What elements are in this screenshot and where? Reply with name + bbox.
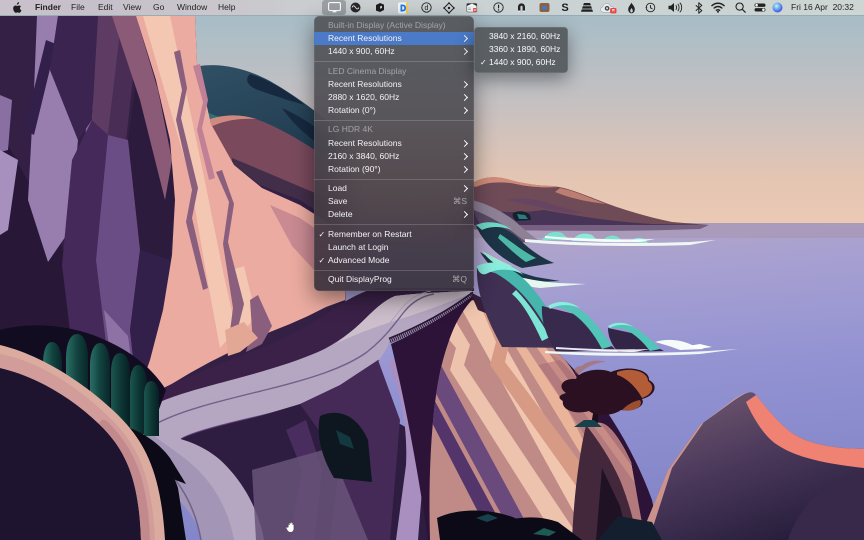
svg-text:d: d [424, 5, 428, 12]
